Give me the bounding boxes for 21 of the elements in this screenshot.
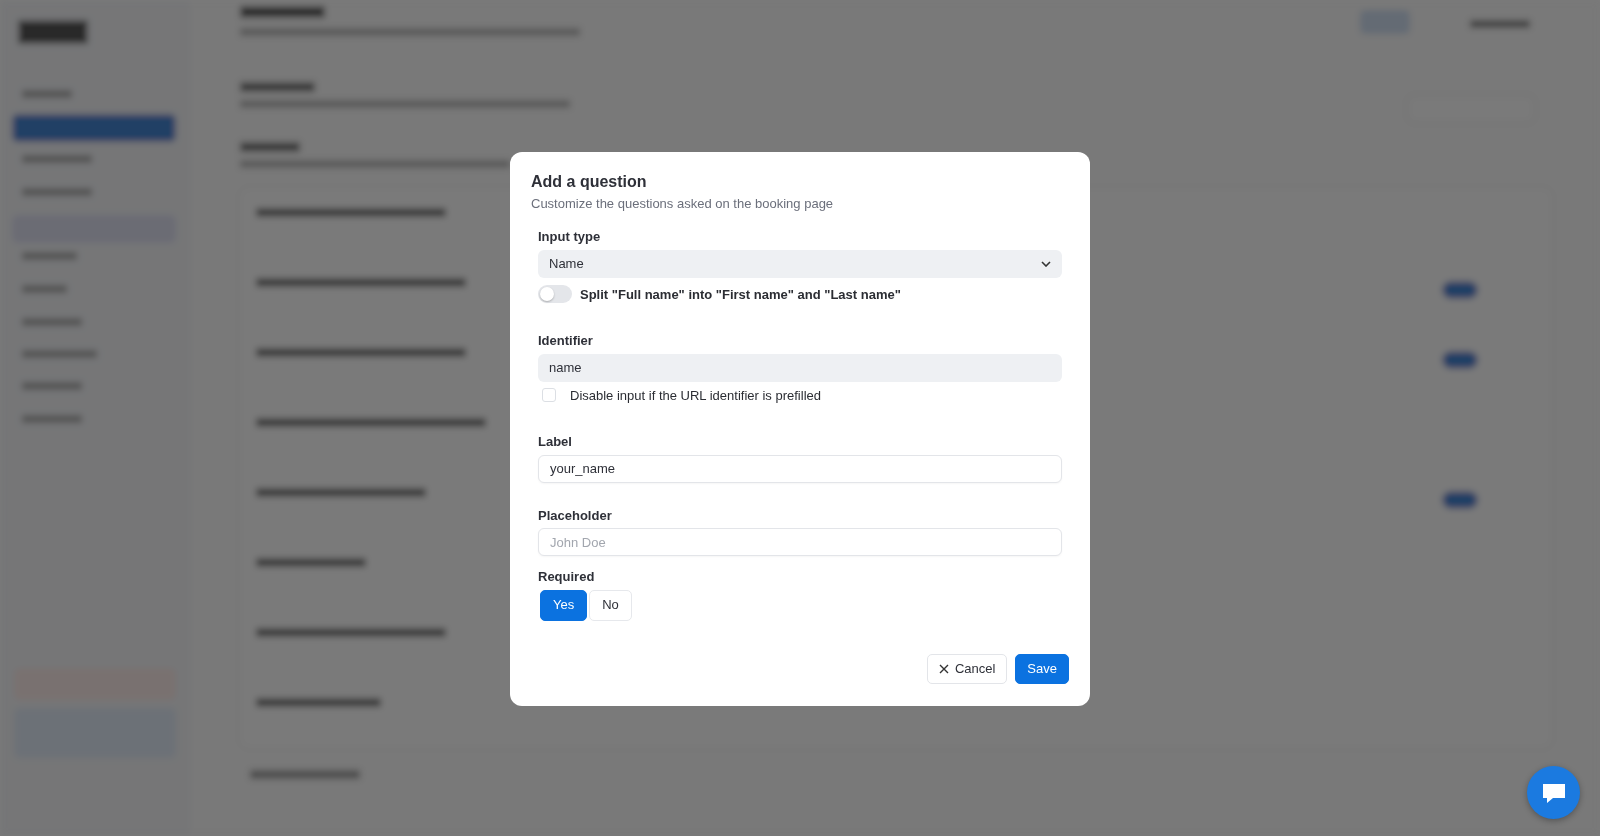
field-label: Input type bbox=[538, 228, 601, 247]
dialog-title: Add a question bbox=[531, 172, 648, 192]
field-label: Required bbox=[538, 568, 595, 587]
input-type-select[interactable]: Name bbox=[538, 249, 1062, 278]
label-field[interactable]: your_name bbox=[538, 454, 1062, 483]
field-label: Placeholder bbox=[538, 506, 612, 525]
field-label: Identifier bbox=[538, 332, 593, 351]
toggle-switch[interactable] bbox=[538, 285, 572, 304]
checkbox[interactable] bbox=[542, 388, 556, 403]
field-label: Label bbox=[538, 433, 572, 452]
close-icon bbox=[938, 663, 949, 674]
cancel-button[interactable]: Cancel bbox=[926, 653, 1008, 684]
placeholder-field[interactable]: John Doe bbox=[538, 528, 1062, 557]
option-button[interactable]: Yes bbox=[540, 589, 588, 621]
checkbox-label: Disable input if the URL identifier is prefilled bbox=[570, 386, 821, 405]
identifier-field[interactable]: name bbox=[538, 353, 1062, 382]
dialog-subtitle: Customize the questions asked on the booking page bbox=[531, 195, 834, 214]
toggle-label: Split "Full name" into "First name" and "Last name" bbox=[580, 285, 901, 304]
save-button[interactable]: Save bbox=[1015, 653, 1069, 684]
chevron-down-icon bbox=[1041, 260, 1051, 267]
option-button[interactable]: No bbox=[589, 589, 632, 621]
